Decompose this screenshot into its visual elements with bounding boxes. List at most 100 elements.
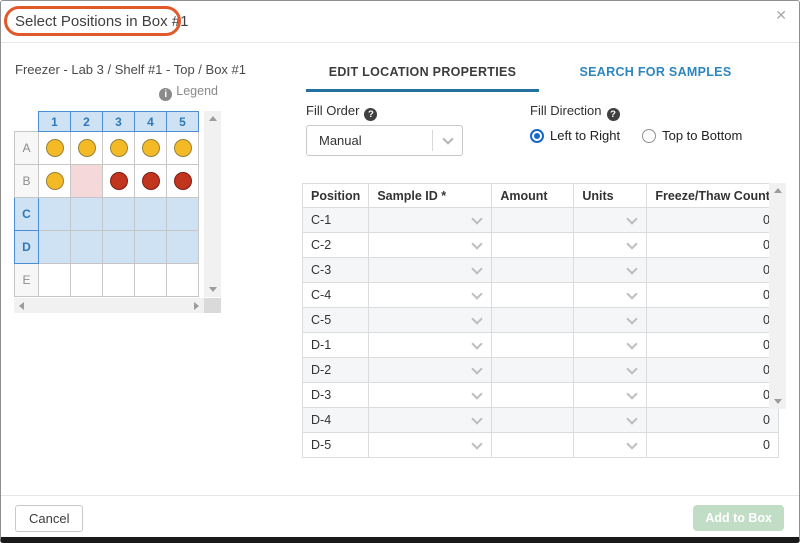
box-cell-A5[interactable]	[167, 132, 199, 165]
grid-row-label-C[interactable]: C	[15, 198, 39, 231]
radio-left-to-right[interactable]: Left to Right	[530, 128, 620, 143]
freeze-thaw-count-input[interactable]: 0	[647, 383, 779, 408]
table-vertical-scrollbar[interactable]	[769, 183, 786, 409]
scroll-down-icon[interactable]	[774, 399, 782, 404]
help-icon[interactable]: ?	[364, 108, 377, 121]
box-cell-E5[interactable]	[167, 264, 199, 297]
amount-input[interactable]	[492, 408, 574, 433]
dropdown-arrow-zone[interactable]	[432, 130, 462, 151]
box-cell-D4[interactable]	[135, 231, 167, 264]
radio-selected-icon[interactable]	[530, 129, 544, 143]
help-icon[interactable]: ?	[607, 108, 620, 121]
grid-row-label-E[interactable]: E	[15, 264, 39, 297]
freeze-thaw-count-input[interactable]: 0	[647, 433, 779, 458]
grid-vertical-scrollbar[interactable]	[204, 111, 221, 297]
box-cell-C4[interactable]	[135, 198, 167, 231]
box-cell-C2[interactable]	[71, 198, 103, 231]
scroll-left-icon[interactable]	[19, 302, 24, 310]
amount-input[interactable]	[492, 308, 574, 333]
radio-unselected-icon[interactable]	[642, 129, 656, 143]
box-cell-A2[interactable]	[71, 132, 103, 165]
freeze-thaw-count-input[interactable]: 0	[647, 233, 779, 258]
amount-input[interactable]	[492, 283, 574, 308]
box-cell-C5[interactable]	[167, 198, 199, 231]
sample-id-select[interactable]	[369, 433, 492, 458]
box-cell-E4[interactable]	[135, 264, 167, 297]
legend-link[interactable]: iLegend	[14, 84, 218, 101]
sample-id-select[interactable]	[369, 208, 492, 233]
grid-col-header-2[interactable]: 2	[71, 112, 103, 132]
amount-input[interactable]	[492, 433, 574, 458]
sample-id-select[interactable]	[369, 408, 492, 433]
cancel-button[interactable]: Cancel	[15, 505, 83, 532]
grid-row-label-D[interactable]: D	[15, 231, 39, 264]
sample-id-select[interactable]	[369, 308, 492, 333]
box-cell-D5[interactable]	[167, 231, 199, 264]
scroll-up-icon[interactable]	[774, 188, 782, 193]
box-cell-A3[interactable]	[103, 132, 135, 165]
freeze-thaw-count-input[interactable]: 0	[647, 283, 779, 308]
amount-input[interactable]	[492, 383, 574, 408]
scroll-right-icon[interactable]	[194, 302, 199, 310]
box-cell-B5[interactable]	[167, 165, 199, 198]
box-cell-D3[interactable]	[103, 231, 135, 264]
scroll-down-icon[interactable]	[209, 287, 217, 292]
freeze-thaw-count-input[interactable]: 0	[647, 258, 779, 283]
close-icon[interactable]: ✕	[775, 8, 787, 22]
amount-input[interactable]	[492, 333, 574, 358]
box-cell-B1[interactable]	[39, 165, 71, 198]
freeze-thaw-count-input[interactable]: 0	[647, 333, 779, 358]
sample-id-select[interactable]	[369, 358, 492, 383]
sample-id-select[interactable]	[369, 233, 492, 258]
units-select[interactable]	[574, 258, 647, 283]
box-cell-D1[interactable]	[39, 231, 71, 264]
box-cell-B3[interactable]	[103, 165, 135, 198]
box-cell-D2[interactable]	[71, 231, 103, 264]
units-select[interactable]	[574, 233, 647, 258]
grid-row-label-B[interactable]: B	[15, 165, 39, 198]
grid-col-header-4[interactable]: 4	[135, 112, 167, 132]
units-select[interactable]	[574, 433, 647, 458]
freeze-thaw-count-input[interactable]: 0	[647, 358, 779, 383]
grid-horizontal-scrollbar[interactable]	[14, 298, 204, 313]
grid-col-header-5[interactable]: 5	[167, 112, 199, 132]
add-to-box-button[interactable]: Add to Box	[693, 505, 784, 531]
chevron-down-icon	[472, 388, 483, 399]
box-cell-C1[interactable]	[39, 198, 71, 231]
box-cell-B2[interactable]	[71, 165, 103, 198]
units-select[interactable]	[574, 408, 647, 433]
sample-id-select[interactable]	[369, 283, 492, 308]
units-select[interactable]	[574, 283, 647, 308]
amount-input[interactable]	[492, 358, 574, 383]
fill-order-select[interactable]: Manual	[306, 125, 463, 156]
radio-top-to-bottom[interactable]: Top to Bottom	[642, 128, 742, 143]
grid-col-header-1[interactable]: 1	[39, 112, 71, 132]
amount-input[interactable]	[492, 258, 574, 283]
box-cell-E3[interactable]	[103, 264, 135, 297]
box-cell-E2[interactable]	[71, 264, 103, 297]
sample-id-select[interactable]	[369, 333, 492, 358]
grid-row-label-A[interactable]: A	[15, 132, 39, 165]
grid-col-header-3[interactable]: 3	[103, 112, 135, 132]
box-cell-E1[interactable]	[39, 264, 71, 297]
sample-id-select[interactable]	[369, 383, 492, 408]
sample-id-select[interactable]	[369, 258, 492, 283]
freeze-thaw-count-input[interactable]: 0	[647, 408, 779, 433]
units-select[interactable]	[574, 208, 647, 233]
units-select[interactable]	[574, 333, 647, 358]
box-cell-B4[interactable]	[135, 165, 167, 198]
freeze-thaw-count-input[interactable]: 0	[647, 308, 779, 333]
box-cell-A4[interactable]	[135, 132, 167, 165]
box-cell-A1[interactable]	[39, 132, 71, 165]
units-select[interactable]	[574, 308, 647, 333]
freeze-thaw-count-input[interactable]: 0	[647, 208, 779, 233]
box-cell-C3[interactable]	[103, 198, 135, 231]
units-select[interactable]	[574, 358, 647, 383]
units-select[interactable]	[574, 383, 647, 408]
select-positions-dialog: Select Positions in Box #1 ✕ Freezer - L…	[0, 0, 800, 543]
scroll-up-icon[interactable]	[209, 116, 217, 121]
tab-edit-location-properties[interactable]: EDIT LOCATION PROPERTIES	[306, 59, 539, 92]
amount-input[interactable]	[492, 233, 574, 258]
tab-search-for-samples[interactable]: SEARCH FOR SAMPLES	[539, 59, 772, 92]
amount-input[interactable]	[492, 208, 574, 233]
